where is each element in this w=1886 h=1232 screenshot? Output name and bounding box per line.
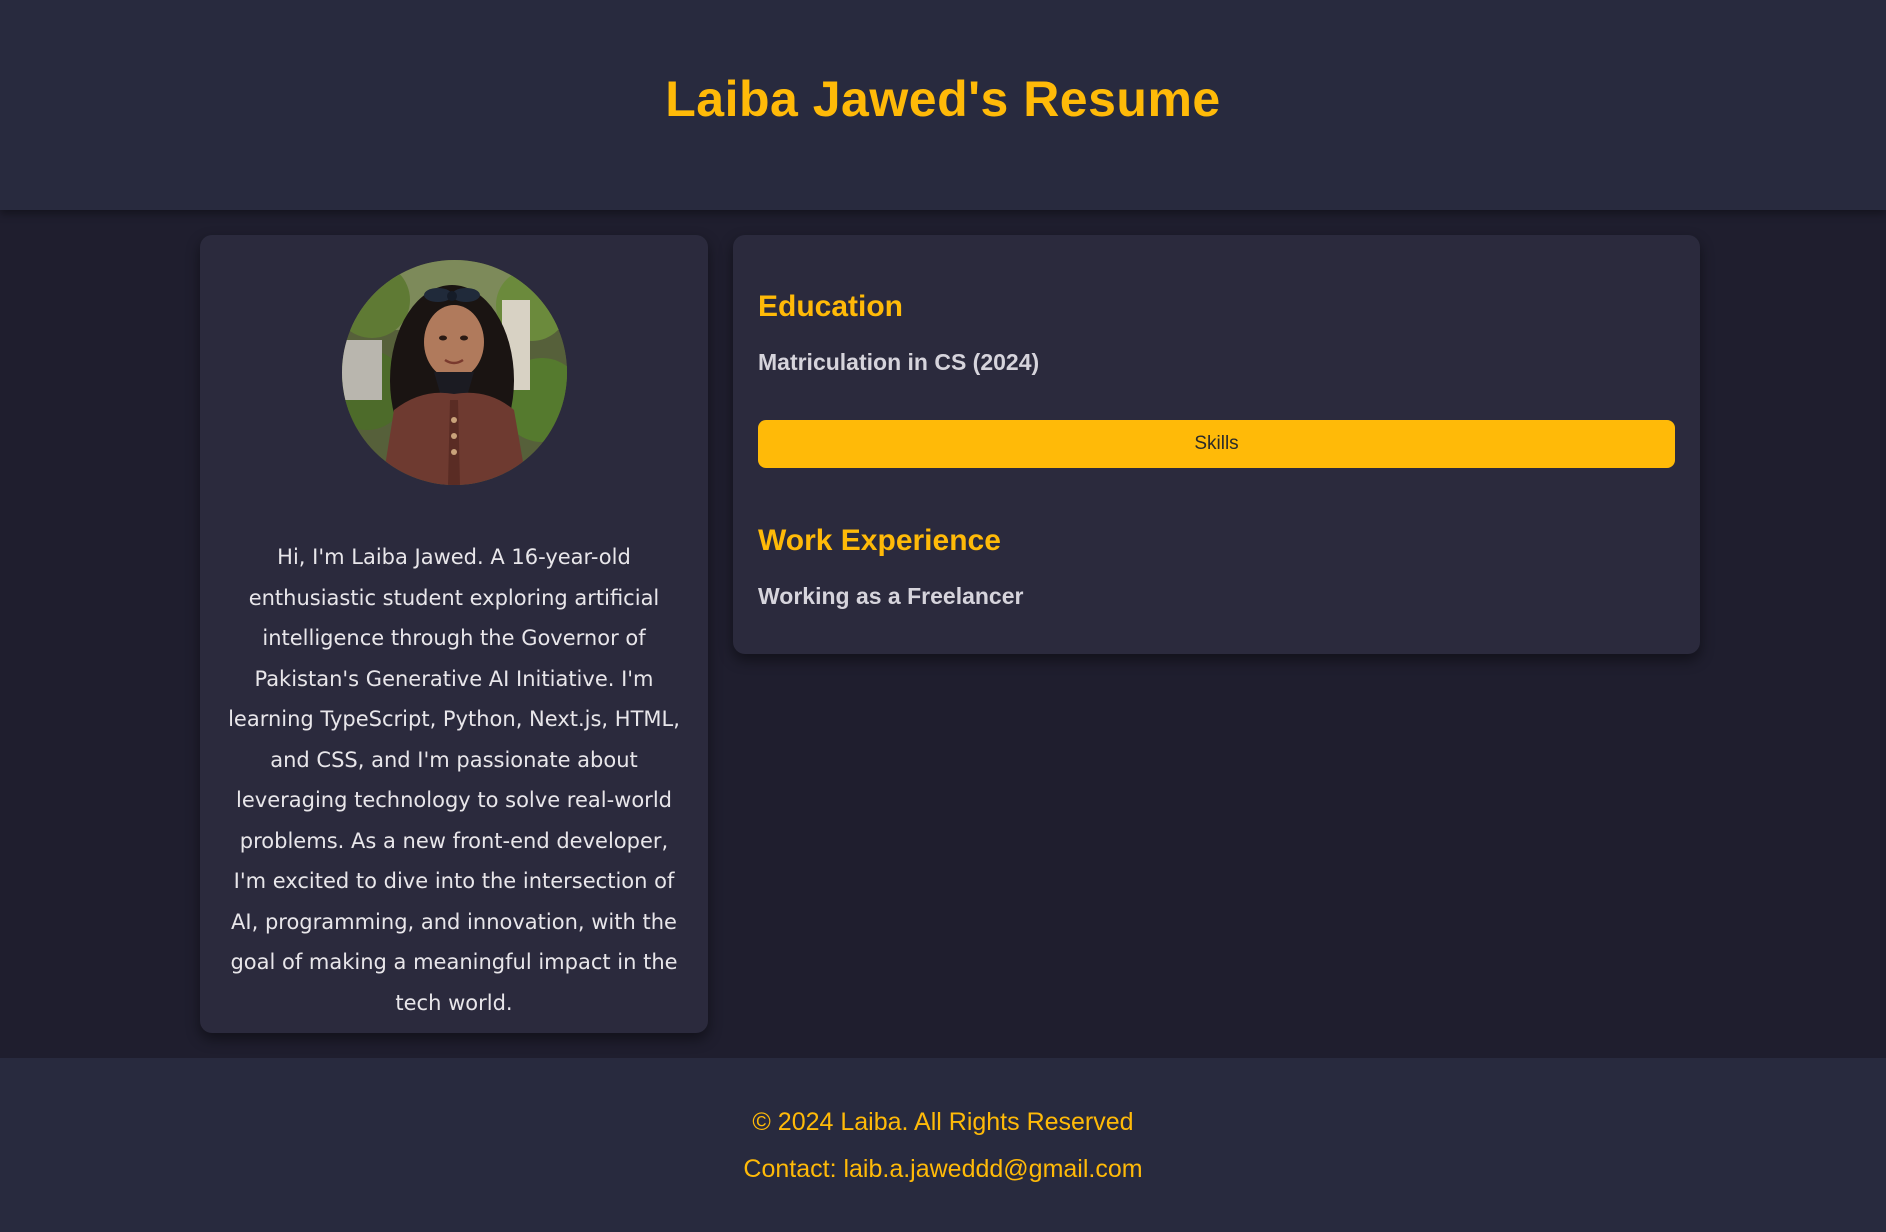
bio-text: Hi, I'm Laiba Jawed. A 16-year-old enthu… (228, 545, 680, 1015)
site-header: Laiba Jawed's Resume (0, 0, 1886, 210)
skills-button[interactable]: Skills (758, 420, 1675, 468)
education-detail: Matriculation in CS (2024) (758, 349, 1040, 375)
profile-card: Hi, I'm Laiba Jawed. A 16-year-old enthu… (200, 235, 708, 1033)
site-footer: © 2024 Laiba. All Rights Reserved Contac… (0, 1058, 1886, 1232)
profile-photo (342, 260, 567, 485)
profile-photo-image (342, 260, 567, 485)
info-card: Education Matriculation in CS (2024) Ski… (733, 235, 1700, 654)
work-experience-heading: Work Experience (758, 524, 1001, 557)
contact-email: Contact: laib.a.jaweddd@gmail.com (743, 1155, 1143, 1183)
page-title: Laiba Jawed's Resume (665, 71, 1221, 127)
copyright-text: © 2024 Laiba. All Rights Reserved (752, 1108, 1134, 1136)
work-experience-detail: Working as a Freelancer (758, 583, 1024, 609)
education-heading: Education (758, 290, 904, 323)
